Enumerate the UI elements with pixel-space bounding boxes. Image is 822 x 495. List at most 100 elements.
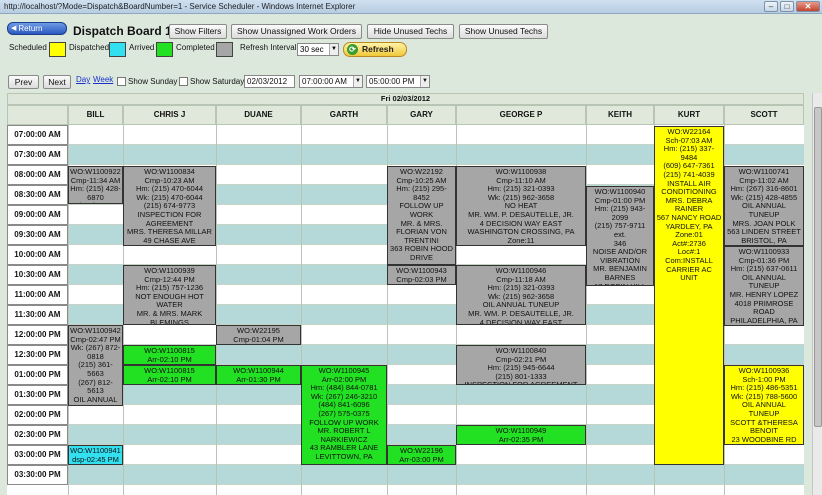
window-titlebar: http://localhost/?Mode=Dispatch&BoardNum…: [0, 0, 822, 14]
work-order-block[interactable]: WO:W1100815 Arr-02:10 PM: [123, 365, 216, 385]
show-saturday-checkbox[interactable]: [179, 77, 188, 86]
work-order-block[interactable]: WO:W1100840 Cmp-02:21 PM Hm: (215) 945-6…: [456, 345, 586, 385]
end-time-select[interactable]: 05:00:00 PM ▼: [366, 75, 430, 88]
chevron-down-icon: ▼: [420, 76, 429, 87]
time-slot-label: 02:30:00 PM: [7, 425, 68, 445]
work-order-block[interactable]: WO:W1100940 Cmp-01:00 PM Hm: (215) 943-2…: [586, 186, 654, 286]
column-divider: [216, 105, 217, 495]
day-view-link[interactable]: Day: [76, 75, 90, 84]
refresh-interval-value: 30 sec: [300, 45, 324, 54]
show-unused-techs-button[interactable]: Show Unused Techs: [459, 24, 548, 39]
show-filters-button[interactable]: Show Filters: [169, 24, 227, 39]
work-order-block[interactable]: WO:W1100834 Cmp-10:23 AM Hm: (215) 470-6…: [123, 166, 216, 246]
time-row[interactable]: [68, 465, 804, 485]
work-order-block[interactable]: WO:W1100815 Arr-02:10 PM: [123, 345, 216, 365]
next-button[interactable]: Next: [43, 75, 71, 89]
time-slot-label: 07:30:00 AM: [7, 145, 68, 165]
column-divider: [586, 105, 587, 495]
work-order-block[interactable]: WO:W1100938 Cmp-11:10 AM Hm: (215) 321-0…: [456, 166, 586, 246]
work-order-block[interactable]: WO:W22192 Cmp-10:25 AM Hm: (215) 295-845…: [387, 166, 456, 265]
start-time-value: 07:00:00 AM: [302, 77, 347, 86]
refresh-label: Refresh: [362, 44, 394, 54]
time-slot-label: 02:00:00 PM: [7, 405, 68, 425]
maximize-icon[interactable]: □: [780, 1, 794, 12]
refresh-interval-label: Refresh Interval: [240, 43, 297, 52]
work-order-block[interactable]: WO:W1100941 dsp-02:45 PM: [68, 445, 123, 465]
time-slot-label: 12:00:00 PM: [7, 325, 68, 345]
column-divider: [387, 105, 388, 495]
work-order-block[interactable]: WO:W22196 Arr-03:00 PM: [387, 445, 456, 465]
corner-header: [7, 105, 68, 125]
end-time-value: 05:00:00 PM: [369, 77, 415, 86]
work-order-block[interactable]: WO:W1100939 Cmp-12:44 PM Hm: (215) 757-1…: [123, 265, 216, 325]
work-order-block[interactable]: WO:W1100946 Cmp-11:18 AM Hm: (215) 321-0…: [456, 265, 586, 325]
page-title: Dispatch Board 1: [73, 24, 172, 38]
refresh-icon: ⟳: [347, 44, 358, 55]
show-sunday-checkbox[interactable]: [117, 77, 126, 86]
time-slot-label: 01:00:00 PM: [7, 365, 68, 385]
work-order-block[interactable]: WO:W1100943 Cmp-02:03 PM: [387, 265, 456, 285]
tech-header: KURT: [654, 105, 724, 125]
work-order-block[interactable]: WO:W1100949 Arr-02:35 PM: [456, 425, 586, 445]
tech-header: CHRIS J: [123, 105, 216, 125]
work-order-block[interactable]: WO:W1100942 Cmp-02:47 PM Wk: (267) 872- …: [68, 325, 123, 406]
return-label: Return: [18, 24, 43, 33]
legend-arrived-swatch: [156, 42, 173, 57]
tech-header: KEITH: [586, 105, 654, 125]
date-input[interactable]: 02/03/2012: [244, 75, 295, 88]
work-order-block[interactable]: WO:W1100945 Arr-02:00 PM Hm: (484) 844-0…: [301, 365, 387, 465]
time-slot-label: 10:30:00 AM: [7, 265, 68, 285]
column-divider: [68, 105, 69, 495]
time-slot-label: 09:00:00 AM: [7, 205, 68, 225]
scrollbar-thumb[interactable]: [814, 107, 822, 427]
vertical-scrollbar[interactable]: [812, 93, 822, 495]
time-slot-label: 08:30:00 AM: [7, 185, 68, 205]
return-button[interactable]: ◀ Return: [7, 22, 67, 35]
work-order-block[interactable]: WO:W1100933 Cmp-01:36 PM Hm: (215) 637-0…: [724, 246, 804, 326]
legend-scheduled-label: Scheduled: [9, 43, 47, 52]
work-order-block[interactable]: WO:W1100936 Sch-1:00 PM Hm: (215) 486-53…: [724, 365, 804, 445]
time-slot-label: 12:30:00 PM: [7, 345, 68, 365]
show-sunday-label: Show Sunday: [128, 77, 178, 86]
work-order-block[interactable]: WO:W22164 Sch-07:03 AM Hm: (215) 337- 94…: [654, 126, 724, 465]
refresh-interval-select[interactable]: 30 sec ▼: [297, 43, 339, 56]
week-view-link[interactable]: Week: [93, 75, 113, 84]
time-slot-label: 10:00:00 AM: [7, 245, 68, 265]
tech-header: DUANE: [216, 105, 301, 125]
time-slot-label: 09:30:00 AM: [7, 225, 68, 245]
time-slot-label: 03:30:00 PM: [7, 465, 68, 485]
time-slot-label: 11:00:00 AM: [7, 285, 68, 305]
legend-scheduled-swatch: [49, 42, 66, 57]
time-slot-label: 01:30:00 PM: [7, 385, 68, 405]
time-slot-label: 03:00:00 PM: [7, 445, 68, 465]
window-controls: – □ ✕: [764, 1, 820, 12]
time-slot-label: 08:00:00 AM: [7, 165, 68, 185]
legend-completed-swatch: [216, 42, 233, 57]
show-saturday-label: Show Saturday: [190, 77, 245, 86]
schedule-grid: Fri 02/03/2012 BILL CHRIS J DUANE GARTH GARY…: [7, 93, 804, 495]
tech-header: GEORGE P: [456, 105, 586, 125]
start-time-select[interactable]: 07:00:00 AM ▼: [299, 75, 363, 88]
chevron-down-icon: ▼: [329, 44, 338, 55]
minimize-icon[interactable]: –: [764, 1, 778, 12]
work-order-block[interactable]: WO:W1100741 Cmp-11:02 AM Hm: (267) 316-8…: [724, 166, 804, 246]
show-unassigned-button[interactable]: Show Unassigned Work Orders: [231, 24, 362, 39]
hide-unused-techs-button[interactable]: Hide Unused Techs: [367, 24, 454, 39]
close-icon[interactable]: ✕: [796, 1, 820, 12]
legend-dispatched-label: Dispatched: [69, 43, 110, 52]
legend-completed-label: Completed: [176, 43, 215, 52]
legend-dispatched-swatch: [109, 42, 126, 57]
work-order-block[interactable]: WO:W1100922 Cmp-11:34 AM Hm: (215) 428- …: [68, 166, 123, 204]
tech-header: BILL: [68, 105, 123, 125]
work-order-block[interactable]: WO:W1100944 Arr-01:30 PM: [216, 365, 301, 385]
legend-arrived-label: Arrived: [129, 43, 155, 52]
time-slot-label: 11:30:00 AM: [7, 305, 68, 325]
tech-header: GARY: [387, 105, 456, 125]
work-order-block[interactable]: WO:W22195 Cmp-01:04 PM: [216, 325, 301, 345]
prev-button[interactable]: Prev: [8, 75, 39, 89]
refresh-button[interactable]: ⟳ Refresh: [343, 42, 407, 57]
time-slot-label: 07:00:00 AM: [7, 125, 68, 145]
date-header: Fri 02/03/2012: [7, 93, 804, 105]
return-arrow-icon: ◀: [11, 25, 17, 32]
tech-header: SCOTT: [724, 105, 804, 125]
